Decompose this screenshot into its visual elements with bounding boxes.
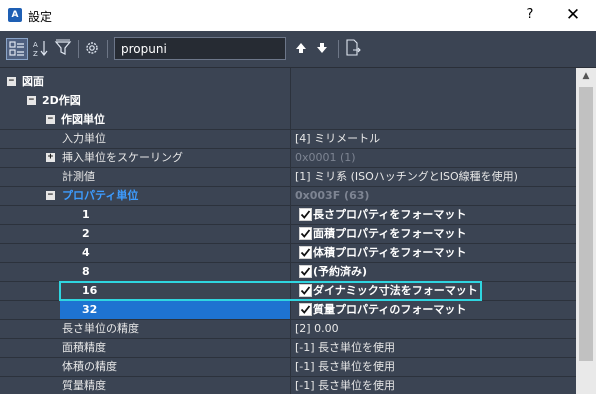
- category-row-drawing-units[interactable]: − 作図単位: [0, 111, 576, 130]
- toolbar-separator: [107, 40, 108, 58]
- search-input[interactable]: [114, 37, 286, 60]
- row-value: [2] 0.00: [295, 322, 339, 335]
- row-label: 体積の精度: [62, 360, 117, 373]
- row-value: [-1] 長さ単位を使用: [295, 379, 396, 392]
- row-value: 面積プロパティをフォーマット: [313, 227, 467, 240]
- collapse-icon[interactable]: −: [46, 115, 55, 124]
- flag-row-8[interactable]: 8 (予約済み): [0, 263, 576, 282]
- checkbox[interactable]: [299, 208, 312, 221]
- row-label: 作図単位: [61, 113, 105, 126]
- scroll-thumb[interactable]: [579, 87, 593, 361]
- next-arrow-icon[interactable]: [315, 41, 329, 55]
- close-button[interactable]: ✕: [556, 4, 590, 26]
- vertical-scrollbar[interactable]: ▲: [576, 68, 596, 394]
- flag-row-32[interactable]: 32 質量プロパティのフォーマット: [0, 301, 576, 320]
- flag-row-2[interactable]: 2 面積プロパティをフォーマット: [0, 225, 576, 244]
- row-label: 入力単位: [62, 132, 106, 145]
- row-value: 0x0001 (1): [295, 151, 356, 164]
- row-value: 質量プロパティのフォーマット: [313, 303, 467, 316]
- property-row-length-precision[interactable]: 長さ単位の精度 [2] 0.00: [0, 320, 576, 339]
- property-row-insert-scaling[interactable]: + 挿入単位をスケーリング 0x0001 (1): [0, 149, 576, 168]
- row-label: 4: [82, 246, 90, 259]
- property-row-property-units[interactable]: − プロパティ単位 0x003F (63): [0, 187, 576, 206]
- svg-text:Z: Z: [33, 50, 38, 58]
- alphabetical-sort-icon[interactable]: A Z: [30, 38, 52, 60]
- checkbox[interactable]: [299, 265, 312, 278]
- title-bar: A 設定 ? ✕: [0, 0, 596, 31]
- help-button[interactable]: ?: [516, 4, 544, 26]
- toolbar-separator: [338, 40, 339, 58]
- row-value: 長さプロパティをフォーマット: [313, 208, 467, 221]
- selected-row-highlight: 32: [60, 301, 290, 319]
- property-grid: − 図面 − 2D作図 − 作図単位 入力単位 [4] ミリメートル + 挿入単…: [0, 68, 576, 394]
- settings-gear-icon[interactable]: [82, 38, 104, 60]
- category-row-2d-drafting[interactable]: − 2D作図: [0, 92, 576, 111]
- checkbox[interactable]: [299, 246, 312, 259]
- category-row-drawing[interactable]: − 図面: [0, 73, 576, 92]
- row-value: [-1] 長さ単位を使用: [295, 360, 396, 373]
- row-label: 面積精度: [62, 341, 106, 354]
- toolbar-separator: [78, 40, 79, 58]
- row-label: 質量精度: [62, 379, 106, 392]
- property-row-measurement[interactable]: 計測値 [1] ミリ系 (ISOハッチングとISO線種を使用): [0, 168, 576, 187]
- property-row-volume-precision[interactable]: 体積の精度 [-1] 長さ単位を使用: [0, 358, 576, 377]
- window-title: 設定: [28, 10, 53, 24]
- row-value: [4] ミリメートル: [295, 132, 381, 145]
- previous-arrow-icon[interactable]: [294, 41, 308, 55]
- categorized-view-icon[interactable]: [6, 38, 28, 60]
- property-row-mass-precision[interactable]: 質量精度 [-1] 長さ単位を使用: [0, 377, 576, 394]
- flag-row-1[interactable]: 1 長さプロパティをフォーマット: [0, 206, 576, 225]
- checkbox[interactable]: [299, 303, 312, 316]
- row-label: 挿入単位をスケーリング: [62, 151, 183, 164]
- collapse-icon[interactable]: −: [7, 77, 16, 86]
- row-label: 2D作図: [42, 94, 81, 107]
- expand-icon[interactable]: +: [46, 153, 55, 162]
- collapse-icon[interactable]: −: [46, 191, 55, 200]
- row-value: 体積プロパティをフォーマット: [313, 246, 467, 259]
- row-label: 32: [82, 303, 98, 316]
- highlight-box: [59, 281, 482, 301]
- row-value: [1] ミリ系 (ISOハッチングとISO線種を使用): [295, 170, 518, 183]
- row-label: 2: [82, 227, 90, 240]
- row-label: 計測値: [62, 170, 95, 183]
- filter-icon[interactable]: [53, 38, 75, 60]
- row-label: 8: [82, 265, 90, 278]
- row-value: (予約済み): [313, 265, 368, 278]
- scroll-up-icon[interactable]: ▲: [576, 68, 596, 85]
- row-label: 1: [82, 208, 90, 221]
- toolbar: A Z: [0, 31, 596, 68]
- collapse-icon[interactable]: −: [27, 96, 36, 105]
- svg-text:A: A: [33, 41, 38, 49]
- flag-row-4[interactable]: 4 体積プロパティをフォーマット: [0, 244, 576, 263]
- row-value: 0x003F (63): [295, 189, 370, 202]
- row-label: 長さ単位の精度: [62, 322, 139, 335]
- export-icon[interactable]: [343, 38, 365, 60]
- row-value: [-1] 長さ単位を使用: [295, 341, 396, 354]
- row-label: プロパティ単位: [62, 189, 139, 202]
- checkbox[interactable]: [299, 227, 312, 240]
- row-label: 図面: [22, 75, 44, 88]
- property-row-area-precision[interactable]: 面積精度 [-1] 長さ単位を使用: [0, 339, 576, 358]
- app-icon: A: [8, 8, 22, 22]
- property-row-input-units[interactable]: 入力単位 [4] ミリメートル: [0, 130, 576, 149]
